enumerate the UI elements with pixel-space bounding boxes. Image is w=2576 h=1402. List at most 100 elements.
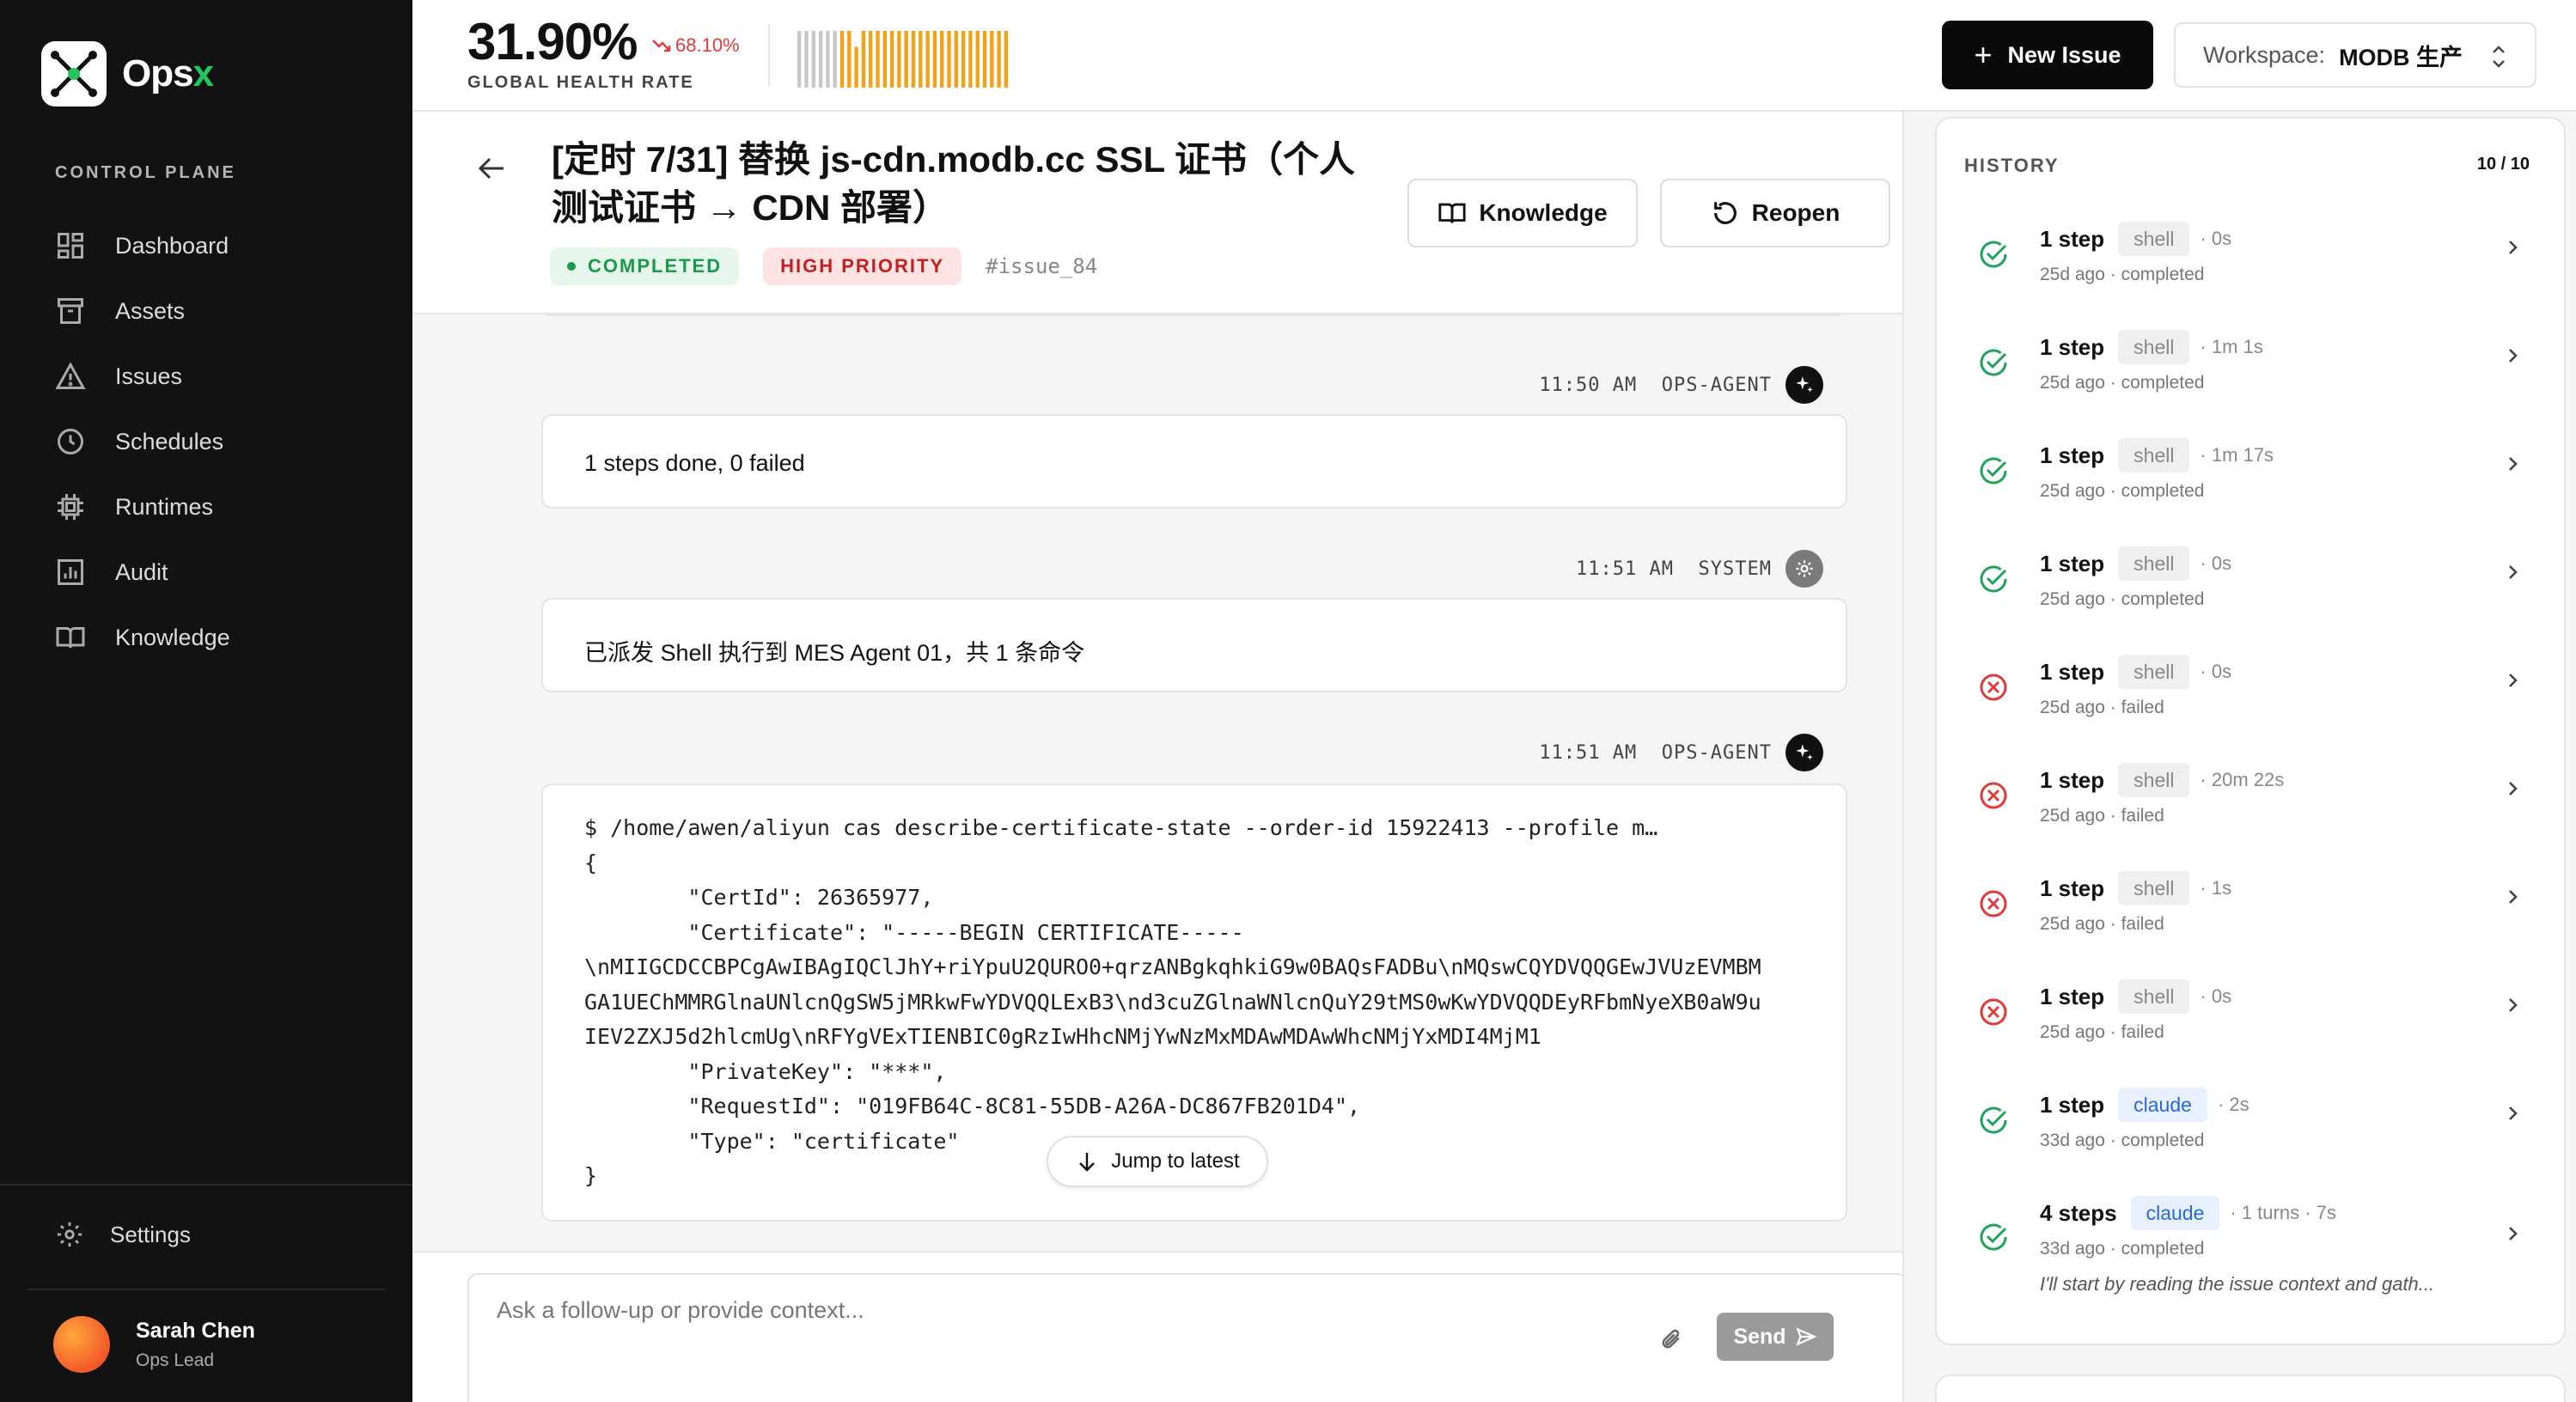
x-circle-icon <box>1980 674 2007 701</box>
history-steps: 1 step <box>2040 442 2105 468</box>
history-item[interactable]: 1 step shell · 0s 25d ago · completed <box>1937 213 2564 321</box>
history-column: HISTORY 10 / 10 1 step shell · 0s 25d ag… <box>1902 112 2576 1402</box>
issue-badges: COMPLETED HIGH PRIORITY #issue_84 <box>550 247 1097 285</box>
agent-sparkle-icon <box>1785 734 1823 771</box>
history-steps: 1 step <box>2040 983 2105 1009</box>
chevron-right-icon <box>2509 674 2518 687</box>
sidebar-item-label: Assets <box>115 297 186 324</box>
app-logo[interactable]: Opsx <box>41 41 215 107</box>
history-steps: 1 step <box>2040 658 2105 685</box>
sidebar-item-label: Audit <box>115 558 168 585</box>
status-dot-icon <box>567 262 576 271</box>
sidebar-item-label: Dashboard <box>115 232 229 259</box>
sparkline-bar <box>876 31 880 88</box>
sidebar-item-issues[interactable]: Issues <box>55 344 399 409</box>
reopen-button[interactable]: Reopen <box>1660 179 1890 247</box>
history-meta: 25d ago · failed <box>2040 914 2164 934</box>
issue-header: [定时 7/31] 替换 js-cdn.modb.cc SSL 证书（个人测试证… <box>412 112 1902 314</box>
top-bar: 31.90% GLOBAL HEALTH RATE 68.10% + New I… <box>412 0 2576 112</box>
history-meta: 25d ago · completed <box>2040 481 2205 501</box>
warning-icon <box>55 362 86 389</box>
history-duration: · 1m 1s <box>2200 336 2263 357</box>
user-name: Sarah Chen <box>136 1318 255 1343</box>
send-label: Send <box>1733 1324 1786 1349</box>
history-meta: 25d ago · failed <box>2040 806 2164 826</box>
sparkline-bar <box>811 31 815 88</box>
knowledge-button[interactable]: Knowledge <box>1407 179 1638 247</box>
history-item[interactable]: 4 steps claude · 1 turns · 7s 33d ago · … <box>1937 1187 2564 1295</box>
paperclip-icon[interactable] <box>1658 1325 1686 1356</box>
knowledge-button-label: Knowledge <box>1479 199 1608 226</box>
status-badge: COMPLETED <box>550 247 740 285</box>
sidebar-item-settings[interactable]: Settings <box>55 1220 191 1249</box>
sidebar-item-schedules[interactable]: Schedules <box>55 409 399 474</box>
send-button[interactable]: Send <box>1717 1313 1834 1361</box>
runtime-chip: shell <box>2118 330 2190 364</box>
workspace-selector[interactable]: Workspace: MODB 生产 <box>2174 22 2536 88</box>
workspace-value: MODB 生产 <box>2339 44 2463 70</box>
archive-icon <box>58 298 83 324</box>
sidebar-item-dashboard[interactable]: Dashboard <box>55 213 399 278</box>
runtime-chip: claude <box>2130 1196 2220 1230</box>
back-arrow-icon[interactable] <box>474 151 509 186</box>
message-author: SYSTEM <box>1698 558 1772 580</box>
check-circle-icon <box>1980 1223 2007 1251</box>
app-name-accent: x <box>192 52 215 94</box>
activity-feed[interactable]: 11:50 AM OPS-AGENT 1 steps done, 0 faile… <box>412 314 1902 1251</box>
history-duration: · 0s <box>2200 228 2232 249</box>
sparkline-bar <box>897 31 901 88</box>
arrow-down-icon <box>1079 1153 1096 1172</box>
sidebar-item-label: Knowledge <box>115 624 230 650</box>
history-item[interactable]: 1 step shell · 1s 25d ago · failed <box>1937 863 2564 971</box>
history-item[interactable]: 1 step shell · 0s 25d ago · completed <box>1937 538 2564 646</box>
history-count: 10 / 10 <box>2476 155 2530 174</box>
sparkline-bar <box>833 31 837 88</box>
sidebar-item-assets[interactable]: Assets <box>55 278 399 344</box>
message-time: 11:50 AM <box>1539 374 1638 396</box>
history-meta: 25d ago · failed <box>2040 1022 2164 1042</box>
runtime-chip: shell <box>2118 871 2190 905</box>
history-item-summary: 1 step shell · 0s <box>2040 546 2231 581</box>
workspace-label: Workspace: <box>2203 41 2326 68</box>
history-duration: · 1s <box>2200 877 2232 899</box>
message-card-partial <box>541 314 1847 316</box>
secondary-panel <box>1935 1375 2566 1402</box>
history-item[interactable]: 1 step shell · 1m 17s 25d ago · complete… <box>1937 430 2564 538</box>
sparkline-bar <box>975 31 980 88</box>
sparkline-bar <box>919 31 923 88</box>
history-item[interactable]: 1 step shell · 0s 25d ago · failed <box>1937 646 2564 754</box>
history-item-summary: 1 step shell · 1m 1s <box>2040 330 2263 364</box>
message-input[interactable]: Ask a follow-up or provide context... Se… <box>467 1273 1908 1402</box>
priority-badge: HIGH PRIORITY <box>763 247 962 285</box>
history-item-summary: 1 step shell · 0s <box>2040 222 2231 256</box>
sidebar-nav: Dashboard Assets Issues Schedules Runtim… <box>55 213 399 670</box>
sidebar-divider <box>27 1289 385 1290</box>
sparkline-bar <box>982 31 987 88</box>
message-meta: 11:50 AM OPS-AGENT <box>1539 366 1823 404</box>
health-label: GLOBAL HEALTH RATE <box>467 73 694 92</box>
message-input-placeholder: Ask a follow-up or provide context... <box>497 1297 864 1323</box>
message-time: 11:51 AM <box>1539 741 1638 764</box>
jump-to-latest-button[interactable]: Jump to latest <box>1047 1136 1268 1187</box>
sidebar-item-runtimes[interactable]: Runtimes <box>55 474 399 539</box>
history-panel: HISTORY 10 / 10 1 step shell · 0s 25d ag… <box>1935 117 2566 1345</box>
history-item[interactable]: 1 step shell · 0s 25d ago · failed <box>1937 971 2564 1079</box>
history-item-summary: 1 step shell · 0s <box>2040 979 2231 1014</box>
user-profile[interactable]: Sarah Chen Ops Lead <box>53 1316 255 1373</box>
composer-area: Ask a follow-up or provide context... Se… <box>412 1251 1908 1402</box>
new-issue-button[interactable]: + New Issue <box>1942 21 2153 89</box>
sparkline-bar <box>882 31 887 88</box>
message-meta: 11:51 AM SYSTEM <box>1576 550 1823 588</box>
chevron-updown-icon <box>2493 46 2505 68</box>
history-item[interactable]: 1 step claude · 2s 33d ago · completed <box>1937 1079 2564 1187</box>
settings-label: Settings <box>110 1221 191 1247</box>
sidebar-item-audit[interactable]: Audit <box>55 539 399 605</box>
sparkline-bar <box>1004 31 1009 88</box>
message-author: OPS-AGENT <box>1661 741 1772 764</box>
history-item[interactable]: 1 step shell · 1m 1s 25d ago · completed <box>1937 321 2564 430</box>
history-duration: · 1m 17s <box>2200 444 2274 466</box>
agent-sparkle-icon <box>1785 366 1823 404</box>
history-item[interactable]: 1 step shell · 20m 22s 25d ago · failed <box>1937 754 2564 863</box>
send-icon <box>1795 1327 1816 1346</box>
sidebar-item-knowledge[interactable]: Knowledge <box>55 605 399 670</box>
